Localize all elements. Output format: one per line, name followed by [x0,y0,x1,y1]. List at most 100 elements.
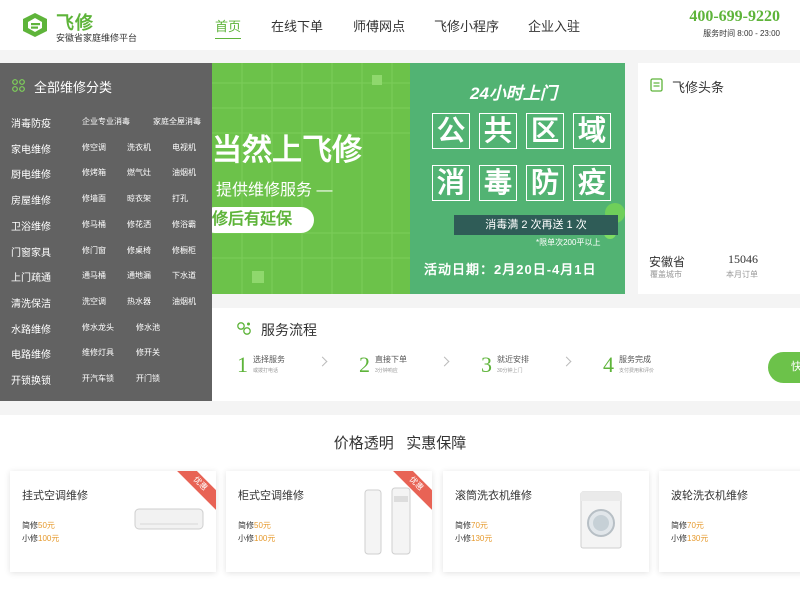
nav-home[interactable]: 首页 [215,16,242,39]
stat-orders-value: 15046 [728,252,758,266]
process-cta-button[interactable]: 快 [768,352,800,383]
category-sub-item[interactable]: 修马桶 [82,219,106,230]
step-subtitle: 30分钟上门 [497,368,523,374]
price-small-row: 小修100元 [22,533,59,544]
card-title: 滚筒洗衣机维修 [455,490,532,502]
hotline-number[interactable]: 400-699-9220 [689,8,780,26]
category-name[interactable]: 房屋维修 [11,192,51,207]
price-small-row: 小修130元 [671,533,708,544]
chevron-right-icon [317,356,328,367]
category-sub-item[interactable]: 洗空调 [82,296,106,307]
category-sub-item[interactable]: 修烤箱 [82,167,106,178]
price-small-label: 小修 [22,534,38,543]
category-title: 全部维修分类 [34,80,113,95]
category-name[interactable]: 卫浴维修 [11,218,51,233]
step-title: 选择服务 [253,355,285,364]
category-sub-item[interactable]: 修空调 [82,142,106,153]
category-name[interactable]: 水路维修 [11,321,51,336]
nav-online-order[interactable]: 在线下单 [271,16,323,35]
category-sub-item[interactable]: 修桌椅 [127,245,151,256]
chevron-right-icon [561,356,572,367]
price-small-label: 小修 [455,534,471,543]
category-name[interactable]: 开锁换锁 [11,372,51,387]
category-name[interactable]: 清洗保洁 [11,295,51,310]
category-sub-item[interactable]: 电视机 [172,142,196,153]
category-name[interactable]: 家电维修 [11,141,51,156]
page: 飞修 安徽省家庭维修平台 首页 在线下单 师傅网点 飞修小程序 企业入驻 400… [0,0,800,600]
price-small-label: 小修 [671,534,687,543]
category-name[interactable]: 上门疏通 [11,269,51,284]
nav-mini-program[interactable]: 飞修小程序 [434,16,499,35]
stat-orders-label: 本月订单 [726,270,758,279]
nav-technician-outlets[interactable]: 师傅网点 [353,16,405,35]
category-sub-item[interactable]: 油烟机 [172,167,196,178]
banner-right[interactable]: 24小时上门 公共区域 消毒防疫 消毒满 2 次再送 1 次 *限单次200平以… [410,63,625,294]
category-row: 家电维修 修空调 洗衣机 电视机 [0,141,212,163]
price-small-label: 小修 [238,534,254,543]
category-sub-item[interactable]: 修水龙头 [82,322,114,333]
category-name[interactable]: 门窗家具 [11,244,51,259]
banner-char-box: 毒 [479,165,517,201]
category-sub-item[interactable]: 打孔 [172,193,188,204]
price-small-value: 100元 [254,534,276,543]
category-sub-item[interactable]: 修墙面 [82,193,106,204]
banner-note: *限单次200平以上 [536,238,601,247]
banner-pill: 修后有延保 [212,207,314,233]
step-title: 直接下单 [375,355,407,364]
step-number: 1 [237,352,248,377]
category-sub-item[interactable]: 热水器 [127,296,151,307]
category-row: 电路维修 维修灯具 修开关 [0,346,212,368]
category-sub-item[interactable]: 洗衣机 [127,142,151,153]
category-sub-item[interactable]: 修浴霸 [172,219,196,230]
price-simple-row: 简修50元 [22,520,55,531]
category-sub-item[interactable]: 开门锁 [136,373,160,384]
category-sub-item[interactable]: 修开关 [136,347,160,358]
step-title: 就近安排 [497,355,529,364]
banner-char-box: 域 [573,113,611,149]
category-sub-item[interactable]: 修水池 [136,322,160,333]
service-process: 服务流程 1 选择服务 或拨打电话 2 直接下单 3分钟响应 3 就近安排 30分钟上门 4 服务完… [212,308,800,401]
category-sub-item[interactable]: 油烟机 [172,296,196,307]
category-sub-item[interactable]: 晾衣架 [127,193,151,204]
category-row: 厨电维修 修烤箱 燃气灶 油烟机 [0,166,212,188]
category-sub-item[interactable]: 修橱柜 [172,245,196,256]
banner-line2: 提供维修服务 — [216,182,333,199]
category-row: 消毒防疫 企业专业消毒 家庭全屋消毒 [0,115,212,137]
category-sub-item[interactable]: 维修灯具 [82,347,114,358]
grid-icon [12,79,25,92]
banner-24h: 24小时上门 [470,84,557,103]
category-name[interactable]: 厨电维修 [11,166,51,181]
nav-enterprise-join[interactable]: 企业入驻 [528,16,580,35]
price-simple-value: 50元 [254,521,271,530]
category-sub-item[interactable]: 下水道 [172,270,196,281]
news-icon [650,78,663,92]
category-row: 开锁换锁 开汽车锁 开门锁 [0,372,212,394]
price-simple-value: 50元 [38,521,55,530]
category-sub-item[interactable]: 通地漏 [127,270,151,281]
category-row: 水路维修 修水龙头 修水池 [0,321,212,343]
category-sub-item[interactable]: 修花洒 [127,219,151,230]
category-sub-item[interactable]: 燃气灶 [127,167,151,178]
banner-char-box: 区 [526,113,564,149]
category-sub-item[interactable]: 修门窗 [82,245,106,256]
step-subtitle: 或拨打电话 [253,368,279,374]
banner-left[interactable]: 当然上飞修 提供维修服务 — 修后有延保 [212,63,410,294]
category-sub-item[interactable]: 开汽车锁 [82,373,114,384]
category-sub-item[interactable]: 通马桶 [82,270,106,281]
price-small-value: 100元 [38,534,60,543]
banner-char-box: 防 [526,165,564,201]
stat-province-value: 安徽省 [649,255,686,269]
price-section-title: 价格透明 实惠保障 [333,435,467,452]
service-price-card[interactable]: 波轮洗衣机维修 简修70元 小修130元 [659,471,800,572]
step-number: 2 [359,352,370,377]
category-sub-item[interactable]: 家庭全屋消毒 [153,116,201,127]
stat-province-label: 覆盖城市 [650,270,682,279]
category-name[interactable]: 电路维修 [11,346,51,361]
category-sub-item[interactable]: 企业专业消毒 [82,116,130,127]
category-name[interactable]: 消毒防疫 [11,115,51,130]
price-small-value: 130元 [687,534,709,543]
category-row: 房屋维修 修墙面 晾衣架 打孔 [0,192,212,214]
chevron-right-icon [439,356,450,367]
service-hours: 服务时间 8:00 - 23:00 [703,29,780,38]
step-subtitle: 3分钟响应 [375,368,398,374]
